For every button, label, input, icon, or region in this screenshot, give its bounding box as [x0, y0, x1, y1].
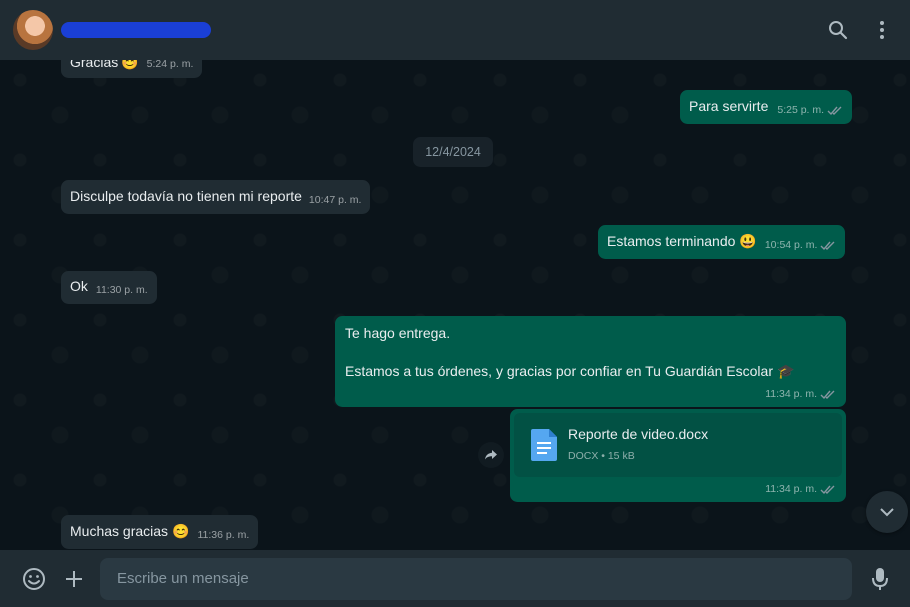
date-separator: 12/4/2024: [413, 137, 493, 167]
composer: [0, 550, 910, 607]
message-input[interactable]: [100, 557, 852, 600]
contact-name-redacted[interactable]: [61, 22, 211, 38]
search-icon[interactable]: [826, 18, 850, 42]
message-time: 5:25 p. m.: [777, 104, 825, 116]
double-check-icon: [820, 241, 835, 251]
emoji: 🎓: [777, 363, 795, 379]
menu-icon[interactable]: [870, 18, 894, 42]
document-info: DOCX • 15 kB: [568, 449, 635, 462]
message-text: Disculpe todavía no tienen mi reporte: [70, 188, 302, 204]
emoji: 😊: [121, 60, 139, 70]
emoji: 😊: [172, 523, 190, 539]
forward-button[interactable]: [478, 442, 504, 468]
message-text: Gracias: [70, 60, 119, 70]
microphone-icon[interactable]: [866, 565, 894, 593]
message-time: 11:36 p. m.: [197, 529, 250, 541]
message-incoming[interactable]: Gracias 😊 5:24 p. m.: [61, 60, 203, 78]
chevron-down-icon: [880, 508, 894, 517]
message-outgoing[interactable]: Para servirte 5:25 p. m.: [680, 90, 853, 124]
document-filename: Reporte de video.docx: [568, 425, 709, 442]
chat-area[interactable]: Gracias 😊 5:24 p. m. Para servirte 5:25 …: [0, 60, 910, 550]
message-time: 11:34 p. m.: [765, 388, 817, 400]
emoji-icon[interactable]: [20, 565, 48, 593]
message-incoming[interactable]: Disculpe todavía no tienen mi reporte 10…: [61, 180, 371, 214]
message-time: 11:34 p. m.: [765, 483, 817, 495]
attach-icon[interactable]: [60, 565, 88, 593]
message-incoming[interactable]: Ok 11:30 p. m.: [61, 271, 157, 304]
message-text: Muchas gracias: [70, 523, 169, 539]
message-time: 10:47 p. m.: [308, 194, 362, 206]
message-outgoing[interactable]: Estamos terminando 😃 10:54 p. m.: [598, 225, 846, 259]
message-text-line-2: Estamos a tus órdenes, y gracias por con…: [345, 363, 773, 379]
message-text: Para servirte: [689, 98, 769, 114]
chat-header: [0, 0, 910, 60]
message-time: 10:54 p. m.: [764, 239, 818, 251]
docx-file-icon: [531, 429, 557, 461]
message-incoming[interactable]: Muchas gracias 😊 11:36 p. m.: [61, 515, 259, 549]
double-check-icon: [820, 485, 835, 495]
double-check-icon: [820, 390, 835, 400]
forward-icon: [485, 450, 497, 460]
document-message[interactable]: Reporte de video.docx DOCX • 15 kB 11:34…: [510, 409, 846, 502]
emoji: 😃: [739, 233, 757, 249]
double-check-icon: [827, 106, 842, 116]
message-text-line-1: Te hago entrega.: [345, 325, 451, 341]
message-time: 11:30 p. m.: [95, 284, 148, 296]
message-time: 5:24 p. m.: [146, 60, 194, 70]
contact-avatar[interactable]: [13, 10, 53, 50]
scroll-to-bottom-button[interactable]: [866, 491, 908, 533]
message-text: Estamos terminando: [607, 233, 736, 249]
message-text: Ok: [70, 278, 88, 294]
document-card[interactable]: Reporte de video.docx DOCX • 15 kB: [514, 413, 842, 477]
message-outgoing[interactable]: Te hago entrega. Estamos a tus órdenes, …: [335, 316, 846, 407]
